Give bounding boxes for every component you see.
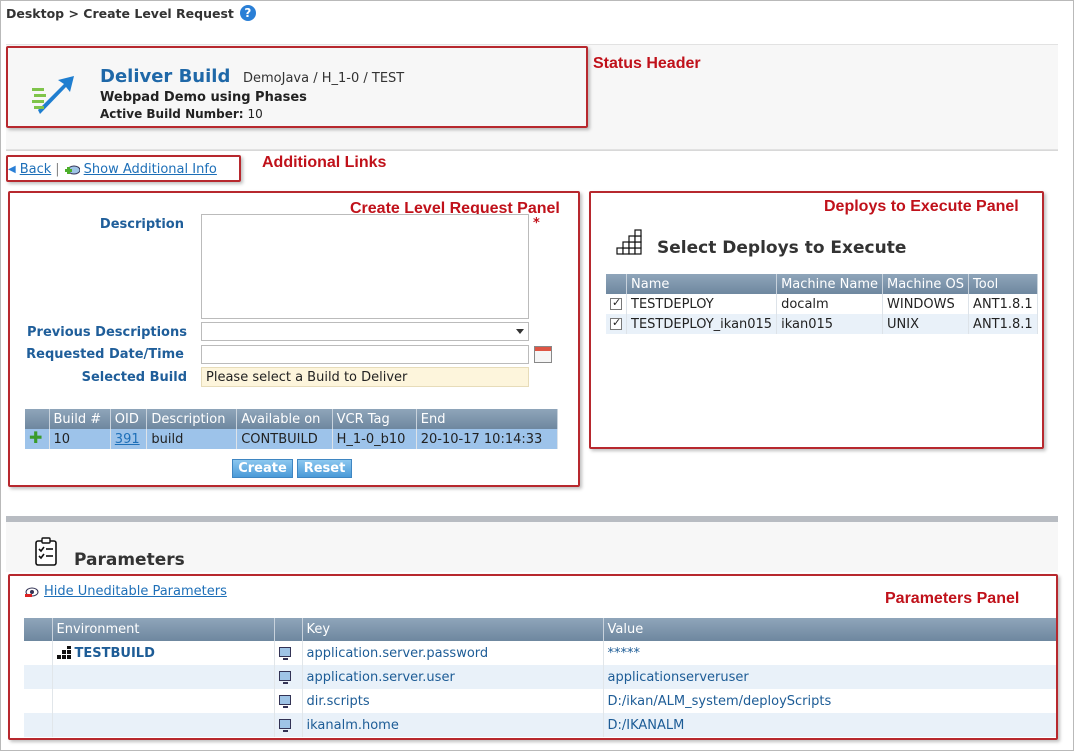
requested-date-label: Requested Date/Time [26, 347, 184, 362]
builds-col-available: Available on [236, 409, 333, 429]
builds-col-end: End [416, 409, 559, 429]
deploys-col-select [606, 274, 627, 294]
builds-table-header: Build # OID Description Available on VCR… [25, 409, 559, 429]
callout-parameters-panel: Parameters Panel [885, 590, 1020, 607]
deploy-os-cell: UNIX [882, 314, 970, 334]
deploys-col-machine: Machine Name [776, 274, 883, 294]
requested-date-input[interactable] [201, 345, 529, 364]
previous-descriptions-label: Previous Descriptions [27, 325, 187, 340]
previous-descriptions-select[interactable] [201, 322, 529, 341]
deploy-checkbox-cell [606, 294, 627, 314]
breadcrumb: Desktop > Create Level Request ? [6, 5, 256, 21]
deploy-tool-cell: ANT1.8.1 [968, 294, 1038, 314]
vcr-tag-cell: H_1-0_b10 [332, 429, 417, 449]
deploys-col-tool: Tool [968, 274, 1038, 294]
description-label: Description [99, 217, 184, 232]
help-icon[interactable]: ? [239, 5, 256, 21]
table-row: TESTDEPLOY docalm WINDOWS ANT1.8.1 [606, 294, 1038, 314]
deploy-checkbox[interactable] [610, 316, 622, 330]
deploys-col-os: Machine OS [882, 274, 970, 294]
parameters-title: Parameters [74, 550, 185, 570]
required-mark: * [533, 216, 540, 231]
selected-build-label: Selected Build [81, 370, 187, 385]
checklist-icon [35, 537, 57, 566]
oid-cell: 391 [110, 429, 148, 449]
add-icon[interactable]: ✚ [25, 429, 50, 449]
deploys-table: Name Machine Name Machine OS Tool TESTDE… [606, 274, 1038, 334]
deploys-col-name: Name [626, 274, 778, 294]
additional-links-highlight [6, 155, 241, 182]
description-cell: build [146, 429, 238, 449]
deploys-table-header: Name Machine Name Machine OS Tool [606, 274, 1038, 294]
deploys-stack-icon [616, 229, 642, 255]
builds-col-description: Description [146, 409, 238, 429]
deploy-os-cell: WINDOWS [882, 294, 970, 314]
deploys-title: Select Deploys to Execute [657, 238, 907, 258]
deploy-name-cell: TESTDEPLOY_ikan015 [626, 314, 778, 334]
builds-col-vcr: VCR Tag [332, 409, 417, 429]
deploy-machine-cell: docalm [776, 294, 883, 314]
deploy-machine-cell: ikan015 [776, 314, 883, 334]
description-field[interactable] [201, 214, 529, 319]
create-button[interactable]: Create [232, 459, 293, 478]
deploy-checkbox[interactable] [610, 296, 622, 310]
callout-deploys-panel: Deploys to Execute Panel [824, 198, 1019, 215]
selected-build-value: Please select a Build to Deliver [201, 367, 529, 387]
divider [6, 150, 1058, 151]
builds-col-select [25, 409, 50, 429]
builds-col-build: Build # [49, 409, 111, 429]
breadcrumb-text: Desktop > Create Level Request [6, 5, 234, 21]
status-header-highlight [6, 46, 588, 128]
available-on-cell: CONTBUILD [236, 429, 333, 449]
deploy-checkbox-cell [606, 314, 627, 334]
builds-col-oid: OID [110, 409, 148, 429]
deploy-name-cell: TESTDEPLOY [626, 294, 778, 314]
table-row: TESTDEPLOY_ikan015 ikan015 UNIX ANT1.8.1 [606, 314, 1038, 334]
builds-table: Build # OID Description Available on VCR… [25, 409, 559, 449]
callout-status-header: Status Header [593, 55, 701, 72]
chevron-down-icon [516, 329, 524, 334]
deploy-tool-cell: ANT1.8.1 [968, 314, 1038, 334]
reset-button[interactable]: Reset [297, 459, 352, 478]
table-row[interactable]: ✚ 10 391 build CONTBUILD H_1-0_b10 20-10… [25, 429, 559, 449]
end-cell: 20-10-17 10:14:33 [416, 429, 559, 449]
calendar-icon[interactable] [534, 346, 552, 363]
oid-link[interactable]: 391 [115, 432, 140, 447]
build-number-cell: 10 [49, 429, 111, 449]
callout-additional-links: Additional Links [262, 154, 387, 171]
